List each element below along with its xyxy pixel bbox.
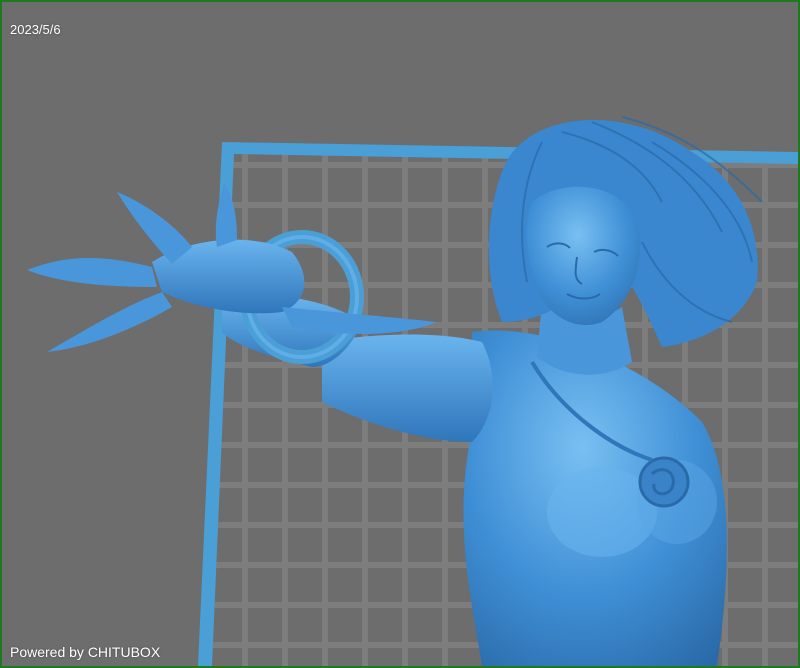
date-label: 2023/5/6 [10, 22, 61, 37]
powered-by-label: Powered by CHITUBOX [10, 644, 161, 660]
scene-canvas[interactable] [2, 2, 798, 666]
3d-viewport[interactable]: 2023/5/6 Powered by CHITUBOX [0, 0, 800, 668]
